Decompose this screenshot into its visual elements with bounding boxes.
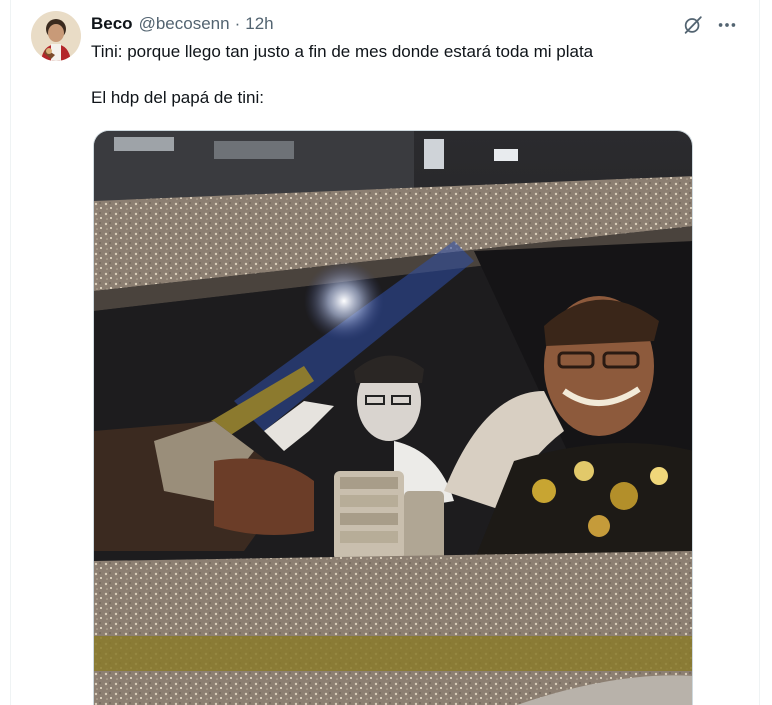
grok-button[interactable] — [679, 11, 707, 39]
tweet-text-line: Tini: porque llego tan justo a fin de me… — [91, 42, 594, 61]
tweet-card[interactable]: Beco @becosenn · 12h Tini: porque llego … — [10, 0, 760, 705]
grok-icon — [684, 16, 702, 34]
tweet-timestamp[interactable]: 12h — [245, 14, 273, 34]
author-handle[interactable]: @becosenn — [139, 14, 230, 34]
avatar[interactable] — [31, 11, 81, 61]
header-separator: · — [234, 14, 241, 33]
more-icon — [718, 23, 736, 27]
tweet-media[interactable] — [93, 130, 693, 705]
tweet-text-line: El hdp del papá de tini: — [91, 88, 264, 107]
tweet-text: Tini: porque llego tan justo a fin de me… — [91, 40, 741, 109]
media-image — [94, 131, 692, 705]
more-button[interactable] — [713, 11, 741, 39]
tweet-header: Beco @becosenn · 12h — [91, 13, 274, 35]
author-display-name[interactable]: Beco — [91, 14, 133, 34]
avatar-image — [31, 11, 81, 61]
